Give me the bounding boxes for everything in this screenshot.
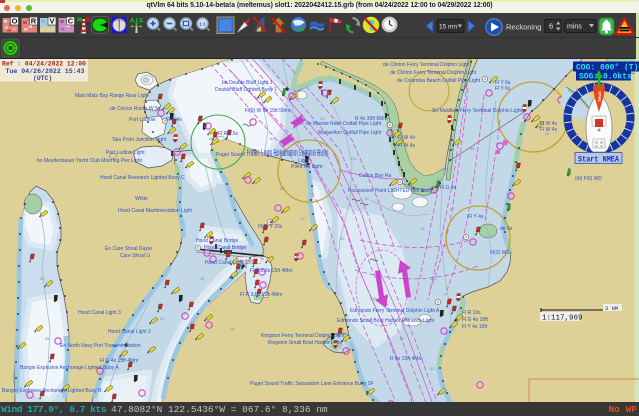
svg-text:40: 40 [300,121,305,126]
svg-text:96: 96 [340,236,345,241]
svg-text:36: 36 [200,276,205,281]
svg-text:95: 95 [470,146,475,151]
svg-text:de Columbia Beach Outfall Pipe: de Columbia Beach Outfall Pipe Light [397,78,481,84]
svg-text:Fl R 2.5s: Fl R 2.5s [218,131,239,137]
svg-text:Hood Canal Light 9: Hood Canal Light 9 [205,260,248,266]
svg-text:52: 52 [160,316,165,321]
svg-text:1:1: 1:1 [199,22,206,27]
svg-text:bo Meydenbauer Yacht Club Moor: bo Meydenbauer Yacht Club Mooring Pier L… [37,158,142,164]
svg-text:80: 80 [400,336,405,341]
svg-text:C: C [68,17,74,26]
svg-text:Hood Canal Research Lighted Bu: Hood Canal Research Lighted Buoy C [100,175,185,181]
svg-text:62: 62 [270,136,275,141]
svg-text:Hood Canal Bridge: Hood Canal Bridge [204,245,246,251]
svg-text:Fl(5) Y 20s: Fl(5) Y 20s [258,224,283,230]
svg-text:40: 40 [450,206,455,211]
svg-text:1:117,969: 1:117,969 [542,315,583,323]
svg-text:64: 64 [490,176,495,181]
svg-text:Fl(2) W 5s 15ft 5Mm: Fl(2) W 5s 15ft 5Mm [245,108,290,114]
svg-text:15 mn: 15 mn [439,24,457,31]
svg-text:110: 110 [370,296,377,301]
svg-text:Possession Point LIGHTED Bell: Possession Point LIGHTED Bell Buoy [348,188,432,194]
svg-text:Hood Canal Light 3: Hood Canal Light 3 [78,310,121,316]
svg-text:Fl G 2.5s 15ft 4Mm: Fl G 2.5s 15ft 4Mm [250,268,293,274]
svg-text:Maxwelton Outfall Pipe Light: Maxwelton Outfall Pipe Light [318,130,382,136]
svg-text:Reckoning: Reckoning [506,23,541,32]
svg-text:Fl G 4s 18ft: Fl G 4s 18ft [462,317,488,323]
svg-text:Care Shoal Li: Care Shoal Li [120,253,150,259]
svg-text:Hood Canal Bridge: Hood Canal Bridge [196,238,238,244]
svg-text:Tala Point Junction Light: Tala Point Junction Light [112,137,167,143]
svg-text:Banger Explosive Anchorage Lig: Banger Explosive Anchorage Lighted Buoy … [2,388,102,394]
svg-text:Edmonds Small Boat Harbor Entr: Edmonds Small Boat Harbor Entrance Light [337,318,435,324]
svg-text:Fl Y 4s: Fl Y 4s [468,214,484,220]
svg-text:de Clinton Ferry Terminal Dolp: de Clinton Ferry Terminal Dolphin Light [383,62,470,68]
svg-text:102: 102 [430,276,437,281]
svg-text:Port Ludlow: Port Ludlow [129,117,156,123]
svg-text:75: 75 [420,226,425,231]
svg-text:Edmonds Ferry Terminal Dolphin: Edmonds Ferry Terminal Dolphin Light A [350,308,440,314]
svg-text:60: 60 [430,366,435,371]
svg-text:Fl(2) WG: Fl(2) WG [490,250,510,256]
svg-text:White: White [135,196,148,202]
svg-text:de Clinton Ferry Terminal Dolp: de Clinton Ferry Terminal Dolphin Light [390,70,477,76]
svg-text:Point No Light: Point No Light [291,164,323,170]
svg-text:30: 30 [40,276,45,281]
svg-text:Kingston Ferry Terminal Dolphi: Kingston Ferry Terminal Dolphin Light [261,333,345,339]
svg-text:Bangie Explosive Anchorage Lig: Bangie Explosive Anchorage Lighted Buoy … [20,365,119,371]
svg-text:Fl R 2.5s 15ft 4Mm: Fl R 2.5s 15ft 4Mm [240,292,282,298]
svg-text:120: 120 [350,156,357,161]
svg-text:Fl W 4s: Fl W 4s [540,127,557,133]
svg-text:Puget Sound Traffic Separation: Puget Sound Traffic Separation Lane Entr… [250,381,374,387]
svg-text:mins: mins [567,24,582,31]
svg-text:Mats Mats Bay Range Rear Light: Mats Mats Bay Range Rear Light [75,93,149,99]
svg-text:Hood Canal Light 2: Hood Canal Light 2 [108,329,151,335]
svg-text:Fl W 4s: Fl W 4s [398,135,415,141]
svg-text:Ref : 04/24/2022 12:00: Ref : 04/24/2022 12:00 [2,61,86,68]
svg-text:de Mackie Rack Outfall Pipe Li: de Mackie Rack Outfall Pipe Light [306,121,382,127]
svg-text:Fl G 4s 15ft 4Mm: Fl G 4s 15ft 4Mm [100,358,138,364]
svg-text:de Colvos Rocks W 5s: de Colvos Rocks W 5s [110,106,161,112]
svg-text:Tue 04/26/2022 15:43: Tue 04/26/2022 15:43 [6,68,85,75]
svg-text:Fl R 10s: Fl R 10s [462,310,481,316]
svg-text:Fl R 4s: Fl R 4s [166,117,182,123]
svg-text:60: 60 [365,196,370,201]
svg-text:R 4s 15ft 4Mm: R 4s 15ft 4Mm [390,356,423,362]
svg-text:Fl W 4s: Fl W 4s [398,143,415,149]
svg-text:3 NM: 3 NM [605,305,618,312]
svg-text:Double Bluff Lighted Buoy 1: Double Bluff Lighted Buoy 1 [215,87,277,93]
svg-text:Traffic Lane Separation Lighte: Traffic Lane Separation Lighted Buoy [246,149,329,155]
svg-text:Port Ludlow Light: Port Ludlow Light [106,150,145,156]
svg-text:Fl G 4s: Fl G 4s [440,185,457,191]
svg-text:(UTC): (UTC) [33,75,52,82]
svg-text:En North Navy Port Transmit St: En North Navy Port Transmit Station [60,343,141,349]
svg-text:En Care Shoal Dayai: En Care Shoal Dayai [105,246,152,252]
svg-text:40: 40 [255,96,260,101]
svg-text:SOG: 0.0kts: SOG: 0.0kts [579,73,632,82]
svg-text:6: 6 [549,22,553,31]
svg-text:Fl Y 4s 16ft: Fl Y 4s 16ft [462,324,488,330]
svg-text:bo Double Bluff Light 1: bo Double Bluff Light 1 [222,80,273,86]
svg-text:TRUE: TRUE [597,91,602,102]
svg-text:V: V [49,17,54,26]
svg-text:Hood Canal Maritimestation Lig: Hood Canal Maritimestation Light [118,208,193,214]
svg-text:18: 18 [230,326,235,331]
svg-text:Culton Bay Ra: Culton Bay Ra [359,173,391,179]
svg-text:Start NMEA: Start NMEA [578,155,620,165]
svg-text:55: 55 [45,336,50,341]
svg-text:R: R [31,17,37,26]
svg-text:O: O [12,17,18,26]
svg-text:88: 88 [280,186,285,191]
svg-text:(di) Fl(l) WD: (di) Fl(l) WD [575,176,602,182]
svg-text:So Mukilteo Ferry Terminal Dol: So Mukilteo Ferry Terminal Dolphin Light [432,108,523,114]
svg-text:Kingston Small Boat Harbor Lig: Kingston Small Boat Harbor Light [268,340,343,346]
svg-text:Fl Y 6s: Fl Y 6s [495,86,511,92]
svg-text:70: 70 [300,216,305,221]
svg-text:de 6s: de 6s [500,226,513,232]
